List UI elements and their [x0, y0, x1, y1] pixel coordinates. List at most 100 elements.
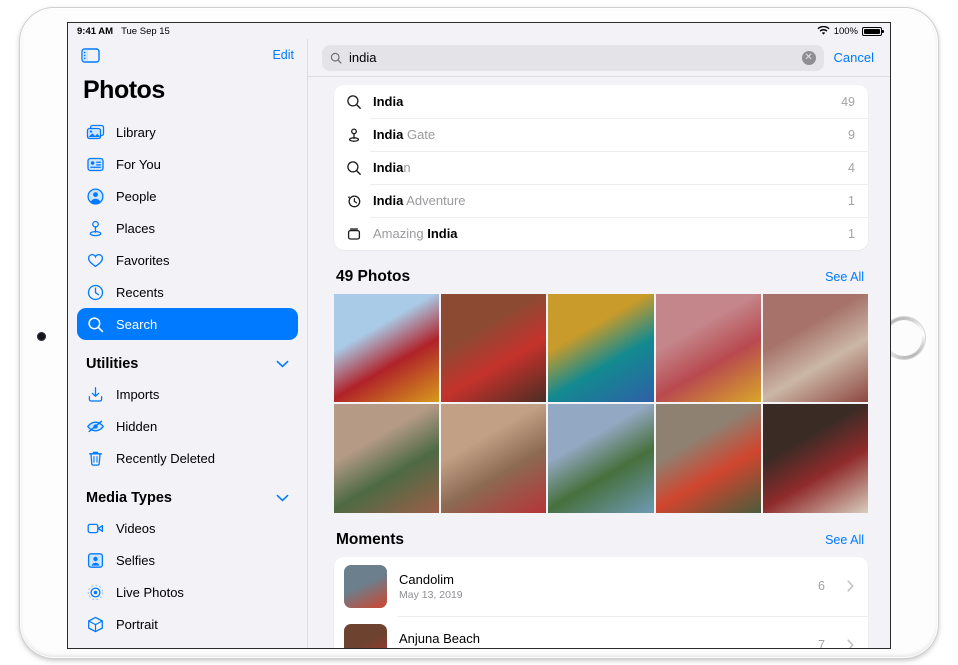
cancel-button[interactable]: Cancel — [834, 50, 874, 65]
moment-name: Candolim — [399, 572, 806, 587]
places-pin-icon — [86, 219, 105, 238]
moment-date: May 13, 2019 — [399, 589, 806, 601]
suggestion-label: India Gate — [373, 127, 837, 142]
photo-tile-girl-in-front-of-stone-arches[interactable] — [441, 404, 546, 512]
selfie-icon — [86, 551, 105, 570]
sidebar-item-label: Portrait — [116, 617, 158, 632]
sidebar-item-label: Search — [116, 317, 157, 332]
battery-icon — [862, 27, 882, 36]
moment-thumbnail-woman-orange-sari-thumb — [344, 565, 387, 608]
suggestion-count: 1 — [848, 194, 855, 208]
sidebar-item-videos[interactable]: Videos — [77, 512, 298, 544]
suggestion-row[interactable]: India Adventure 1 — [334, 184, 868, 217]
sidebar-item-selfies[interactable]: Selfies — [77, 544, 298, 576]
sidebar-item-label: Recents — [116, 285, 164, 300]
sidebar-item-for-you[interactable]: For You — [77, 148, 298, 180]
photo-tile-woman-yellow-blouse-from-behind[interactable] — [656, 294, 761, 402]
search-icon — [346, 160, 362, 176]
moment-count: 6 — [818, 579, 825, 593]
heart-icon — [86, 251, 105, 270]
sidebar-item-recents[interactable]: Recents — [77, 276, 298, 308]
suggestion-label: India — [373, 94, 830, 109]
photo-tile-woman-by-latticed-window-light[interactable] — [763, 404, 868, 512]
sidebar-item-label: Recently Deleted — [116, 451, 215, 466]
clear-icon[interactable]: ✕ — [802, 51, 816, 65]
sidebar-section-media-types[interactable]: Media Types — [77, 474, 298, 512]
chevron-down-icon[interactable] — [276, 494, 289, 502]
section-title: Media Types — [86, 490, 172, 506]
moments-see-all-button[interactable]: See All — [825, 533, 864, 547]
ipad-screen: 9:41 AM Tue Sep 15 100% — [67, 22, 891, 649]
suggestion-row[interactable]: India 49 — [334, 85, 868, 118]
content-area: india ✕ Cancel India 49 — [308, 39, 890, 649]
battery-percent: 100% — [834, 26, 858, 37]
clock-icon — [86, 283, 105, 302]
sidebar-section-utilities[interactable]: Utilities — [77, 340, 298, 378]
photo-tile-red-sandstone-archway-courtyard[interactable] — [763, 294, 868, 402]
suggestion-count: 4 — [848, 161, 855, 175]
sidebar-item-recently-deleted[interactable]: Recently Deleted — [77, 442, 298, 474]
results-scroll-area[interactable]: India 49 India Gate 9 — [308, 77, 890, 649]
sidebar-item-people[interactable]: People — [77, 180, 298, 212]
photos-count-title: 49 Photos — [336, 268, 410, 286]
section-title: Utilities — [86, 356, 138, 372]
sidebar-item-favorites[interactable]: Favorites — [77, 244, 298, 276]
sidebar-item-label: Videos — [116, 521, 156, 536]
sidebar-item-imports[interactable]: Imports — [77, 378, 298, 410]
suggestion-count: 9 — [848, 128, 855, 142]
suggestion-label: Indian — [373, 160, 837, 175]
search-icon — [346, 94, 362, 110]
chevron-right-icon — [847, 639, 854, 649]
moments-section-header: Moments See All — [334, 513, 868, 557]
import-icon — [86, 385, 105, 404]
sidebar-item-portrait[interactable]: Portrait — [77, 608, 298, 640]
status-bar: 9:41 AM Tue Sep 15 100% — [68, 23, 890, 39]
photo-tile-woman-in-red-sari-portrait[interactable] — [441, 294, 546, 402]
photo-tile-red-yellow-flags-on-blue-sky[interactable] — [334, 294, 439, 402]
sidebar-item-label: Favorites — [116, 253, 169, 268]
sidebar-item-search[interactable]: Search — [77, 308, 298, 340]
search-suggestions-list: India 49 India Gate 9 — [334, 85, 868, 250]
moments-title: Moments — [336, 531, 404, 549]
search-bar: india ✕ Cancel — [308, 39, 890, 77]
sidebar-item-places[interactable]: Places — [77, 212, 298, 244]
search-icon — [86, 315, 105, 334]
photo-tile-young-man-teal-shirt-portrait[interactable] — [548, 294, 653, 402]
photo-grid — [334, 294, 868, 513]
sidebar-item-label: Selfies — [116, 553, 155, 568]
sidebar-item-live-photos[interactable]: Live Photos — [77, 576, 298, 608]
status-date: Tue Sep 15 — [121, 26, 170, 37]
chevron-down-icon[interactable] — [276, 360, 289, 368]
moment-count: 7 — [818, 638, 825, 649]
search-query-text: india — [349, 50, 795, 65]
photos-section-header: 49 Photos See All — [334, 250, 868, 294]
live-photo-icon — [86, 583, 105, 602]
moment-name: Anjuna Beach — [399, 631, 806, 646]
moments-list: Candolim May 13, 2019 6 Anjuna Beach — [334, 557, 868, 649]
video-camera-icon — [86, 519, 105, 538]
suggestion-row[interactable]: India Gate 9 — [334, 118, 868, 151]
photo-tile-taj-gardens-walkway[interactable] — [334, 404, 439, 512]
front-camera-icon — [37, 332, 46, 341]
places-pin-icon — [346, 127, 362, 143]
sidebar-item-hidden[interactable]: Hidden — [77, 410, 298, 442]
sidebar-item-label: For You — [116, 157, 161, 172]
suggestion-row[interactable]: Indian 4 — [334, 151, 868, 184]
moment-thumbnail-curly-hair-woman-thumb — [344, 624, 387, 649]
photo-tile-woman-in-orange-sari-spinning[interactable] — [656, 404, 761, 512]
sidebar: Edit Photos Library — [68, 39, 308, 649]
memory-icon — [346, 193, 362, 209]
photos-see-all-button[interactable]: See All — [825, 270, 864, 284]
sidebar-toggle-icon[interactable] — [81, 48, 100, 63]
moment-row[interactable]: Candolim May 13, 2019 6 — [334, 557, 868, 616]
sidebar-item-label: People — [116, 189, 156, 204]
moment-row[interactable]: Anjuna Beach May 11, 2019 7 — [334, 616, 868, 649]
search-icon — [330, 52, 342, 64]
sidebar-item-label: Hidden — [116, 419, 157, 434]
edit-button[interactable]: Edit — [272, 48, 294, 62]
people-icon — [86, 187, 105, 206]
suggestion-row[interactable]: Amazing India 1 — [334, 217, 868, 250]
search-input[interactable]: india ✕ — [322, 45, 824, 71]
photo-tile-river-valley-green-landscape[interactable] — [548, 404, 653, 512]
sidebar-item-library[interactable]: Library — [77, 116, 298, 148]
